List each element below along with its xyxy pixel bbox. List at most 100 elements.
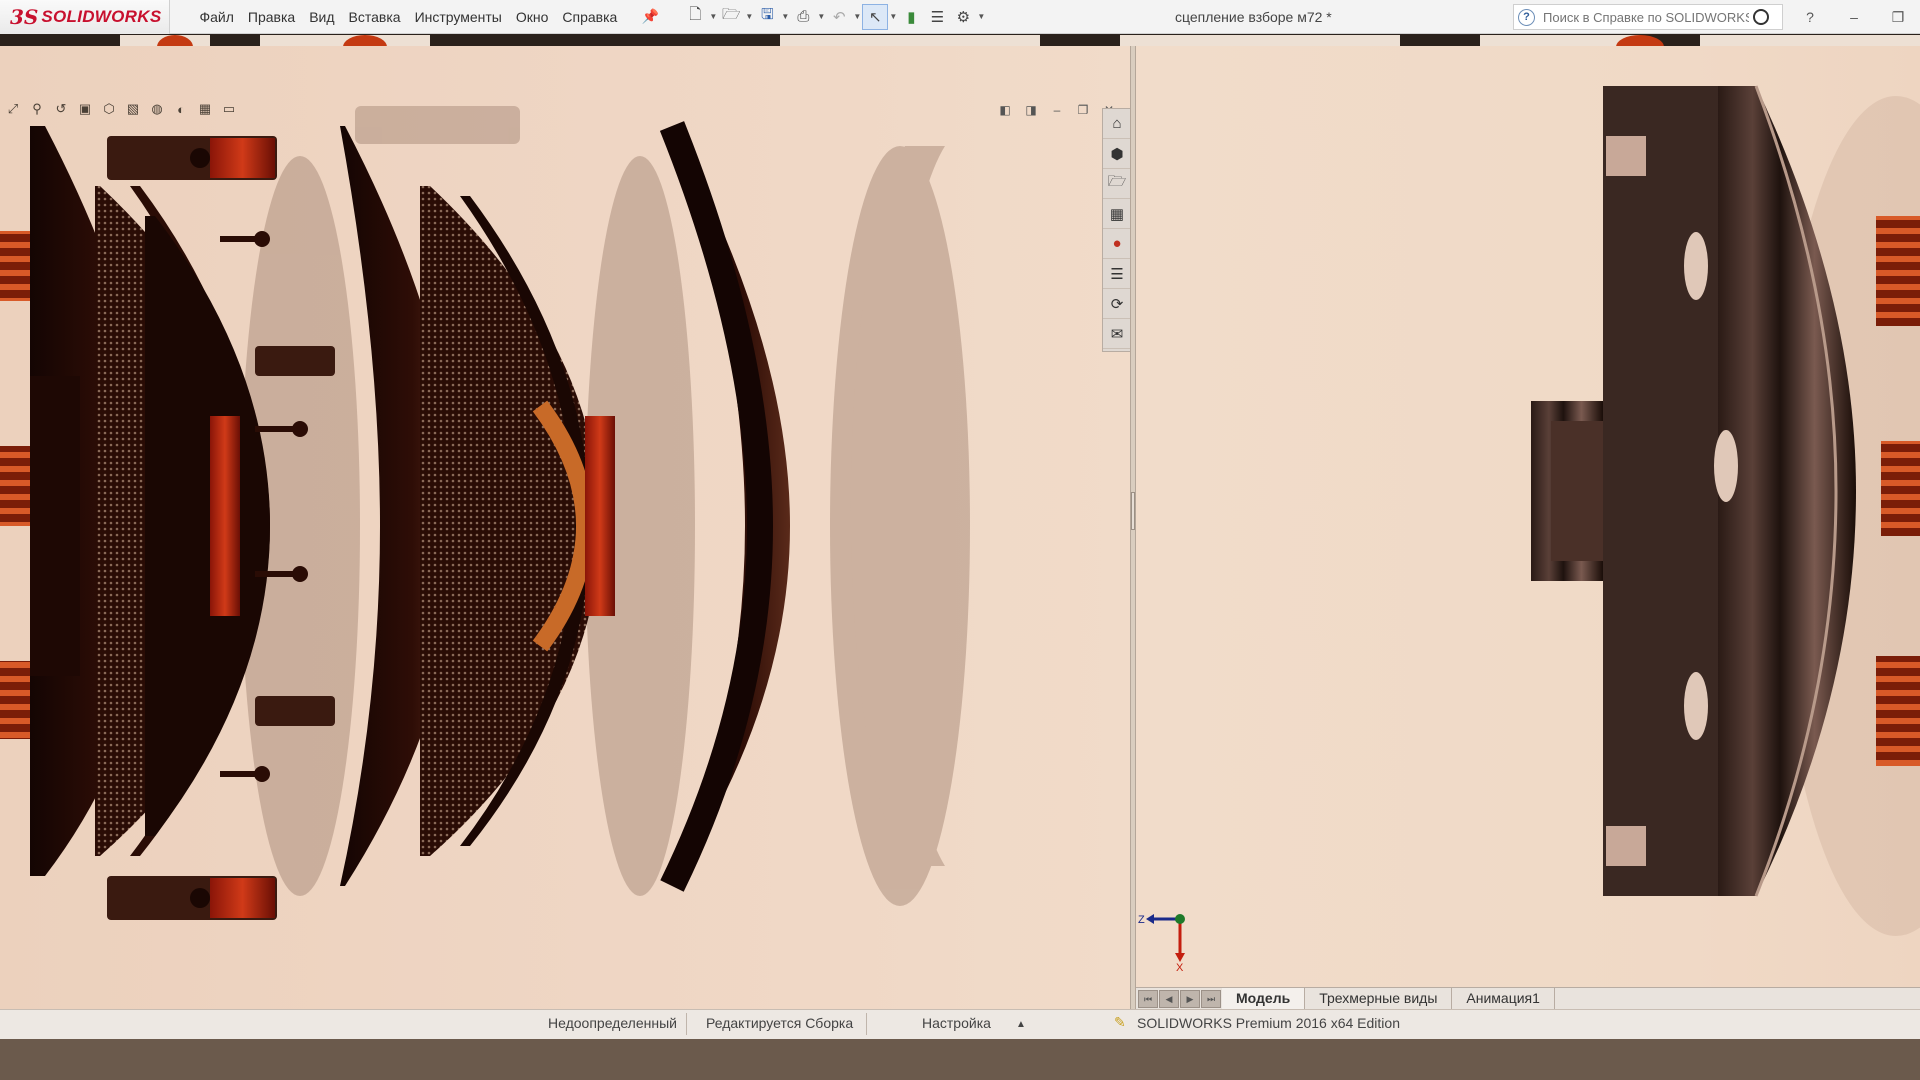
tab-animation[interactable]: Анимация1: [1452, 987, 1555, 1010]
task-pane-tabs: ⌂ ⬢ 🗁 ▦ ● ☰ ⟳ ✉: [1102, 108, 1132, 352]
help-icon[interactable]: ?: [1518, 8, 1535, 26]
exploded-clutch-view: [0, 106, 970, 920]
hub-left[interactable]: [210, 416, 240, 616]
view-settings-icon[interactable]: ▭: [218, 99, 240, 119]
document-title: сцепление взборе м72 *: [1175, 9, 1332, 25]
friction-disc-2[interactable]: [420, 186, 600, 856]
parts-icon[interactable]: ⬢: [1103, 139, 1131, 169]
help-icon[interactable]: ?: [1788, 9, 1832, 25]
help-search-box[interactable]: ?: [1513, 4, 1783, 30]
chevron-down-icon[interactable]: ▼: [976, 12, 986, 21]
collapse-left-icon[interactable]: ◧: [995, 102, 1015, 118]
chevron-down-icon[interactable]: ▼: [888, 12, 898, 21]
new-document-icon[interactable]: 🗋: [682, 4, 708, 30]
rebuild-status-icon[interactable]: ✎: [1114, 1014, 1126, 1031]
custom-properties-icon[interactable]: ☰: [1103, 259, 1131, 289]
guide-pin-top[interactable]: [107, 136, 277, 180]
first-tab-icon[interactable]: ⏮: [1138, 989, 1158, 1008]
springs-right: [1876, 216, 1920, 766]
quick-access-toolbar: 🗋 ▼ 🗁 ▼ 🖫 ▼ ⎙ ▼ ↶ ▼ ↖ ▼ ▮ ☰ ⚙ ▼: [682, 0, 986, 34]
guide-pin-bottom[interactable]: [107, 876, 277, 920]
solidworks-logo[interactable]: 3S SOLIDWORKS: [0, 0, 171, 34]
unit-settings[interactable]: Настройка: [922, 1015, 991, 1031]
heads-up-view-toolbar: ⤢ ⚲ ↺ ▣ ⬡ ▧ ◍ ◐ ▦ ▭: [0, 98, 240, 120]
rebuild-icon[interactable]: ▮: [898, 4, 924, 30]
definition-status: Недоопределенный: [548, 1015, 677, 1031]
menu-view[interactable]: Вид: [302, 0, 341, 34]
restore-icon[interactable]: ❐: [1876, 9, 1920, 26]
search-input[interactable]: [1541, 8, 1751, 26]
view-palette-icon[interactable]: ▦: [1103, 199, 1131, 229]
print-icon[interactable]: ⎙: [790, 4, 816, 30]
viewport-controls: ◧ ◨ – ❐ ✕: [995, 102, 1119, 118]
appearance-icon[interactable]: ●: [1103, 229, 1131, 259]
hub-right[interactable]: [585, 416, 615, 616]
logo-mark: 3S: [10, 4, 39, 29]
taskbar-area: [0, 1039, 1920, 1080]
flywheel-body[interactable]: [1531, 85, 1856, 897]
tab-model[interactable]: Модель: [1222, 987, 1306, 1010]
editing-status: Редактируется Сборка: [706, 1015, 854, 1031]
previous-view-icon[interactable]: ↺: [50, 99, 72, 119]
axis-x-label: X: [1176, 962, 1184, 971]
solidworks-resources-icon[interactable]: ⟳: [1103, 289, 1131, 319]
options-icon[interactable]: ⚙: [950, 4, 976, 30]
prev-tab-icon[interactable]: ◀: [1159, 989, 1179, 1008]
chevron-up-icon[interactable]: ▲: [1016, 1019, 1026, 1030]
menu-window[interactable]: Окно: [509, 0, 556, 34]
status-bar: SOLIDWORKS Premium 2016 x64 Edition Недо…: [0, 1009, 1920, 1039]
restore-icon[interactable]: ❐: [1073, 102, 1093, 118]
pin-icon[interactable]: 📌: [640, 7, 660, 27]
minimize-icon[interactable]: –: [1832, 9, 1876, 25]
hide-show-icon[interactable]: ◍: [146, 99, 168, 119]
minimize-icon[interactable]: –: [1047, 102, 1067, 118]
scene-icon[interactable]: ▦: [194, 99, 216, 119]
chevron-down-icon[interactable]: ▼: [780, 12, 790, 21]
next-tab-icon[interactable]: ▶: [1180, 989, 1200, 1008]
view-orientation-icon[interactable]: ⬡: [98, 99, 120, 119]
menu-help[interactable]: Справка: [555, 0, 624, 34]
open-icon[interactable]: 🗁: [718, 4, 744, 30]
search-icon[interactable]: [1753, 9, 1769, 25]
select-icon[interactable]: ↖: [862, 3, 889, 30]
graphics-area-right[interactable]: [1136, 46, 1920, 989]
solidworks-window: 3S SOLIDWORKS Файл Правка Вид Вставка Ин…: [0, 0, 1920, 1080]
status-separator: [686, 1013, 687, 1035]
window-controls: ? – ❐: [1788, 0, 1920, 34]
menu-insert[interactable]: Вставка: [342, 0, 408, 34]
axis-z-label: Z: [1138, 914, 1145, 926]
save-icon[interactable]: 🖫: [754, 4, 780, 30]
home-icon[interactable]: ⌂: [1103, 109, 1131, 139]
last-tab-icon[interactable]: ⏭: [1201, 989, 1221, 1008]
chevron-down-icon[interactable]: ▼: [852, 12, 862, 21]
file-properties-icon[interactable]: ☰: [924, 4, 950, 30]
zoom-to-area-icon[interactable]: ⚲: [26, 99, 48, 119]
tab-3d-views[interactable]: Трехмерные виды: [1305, 987, 1453, 1010]
logo-text: SOLIDWORKS: [41, 6, 162, 26]
reference-triad: Z X: [1136, 905, 1196, 974]
chevron-down-icon[interactable]: ▼: [816, 12, 826, 21]
forum-icon[interactable]: ✉: [1103, 319, 1131, 349]
strip-decoration: [120, 35, 1920, 46]
edition-label: SOLIDWORKS Premium 2016 x64 Edition: [1137, 1015, 1400, 1031]
collapse-right-icon[interactable]: ◨: [1021, 102, 1041, 118]
menu-bar: Файл Правка Вид Вставка Инструменты Окно…: [192, 0, 624, 34]
section-view-icon[interactable]: ▣: [74, 99, 96, 119]
undo-icon[interactable]: ↶: [826, 4, 852, 30]
chevron-down-icon[interactable]: ▼: [744, 12, 754, 21]
title-bar: 3S SOLIDWORKS Файл Правка Вид Вставка Ин…: [0, 0, 1920, 34]
model-tabs-bar: ⏮ ◀ ▶ ⏭ Модель Трехмерные виды Анимация1: [1136, 987, 1920, 1010]
splitter-grip[interactable]: [1131, 492, 1135, 530]
driven-disc[interactable]: [145, 216, 270, 836]
menu-edit[interactable]: Правка: [241, 0, 302, 34]
toolbar-strip: [0, 34, 1920, 46]
graphics-area-left[interactable]: ⤢ ⚲ ↺ ▣ ⬡ ▧ ◍ ◐ ▦ ▭ ◧ ◨ – ❐ ✕: [0, 46, 1130, 1026]
menu-file[interactable]: Файл: [192, 0, 240, 34]
edit-appearance-icon[interactable]: ◐: [170, 99, 192, 119]
display-style-icon[interactable]: ▧: [122, 99, 144, 119]
folder-icon[interactable]: 🗁: [1103, 169, 1131, 199]
menu-tools[interactable]: Инструменты: [408, 0, 509, 34]
chevron-down-icon[interactable]: ▼: [708, 12, 718, 21]
zoom-to-fit-icon[interactable]: ⤢: [2, 99, 24, 119]
flywheel-side-view: [1531, 85, 1920, 936]
